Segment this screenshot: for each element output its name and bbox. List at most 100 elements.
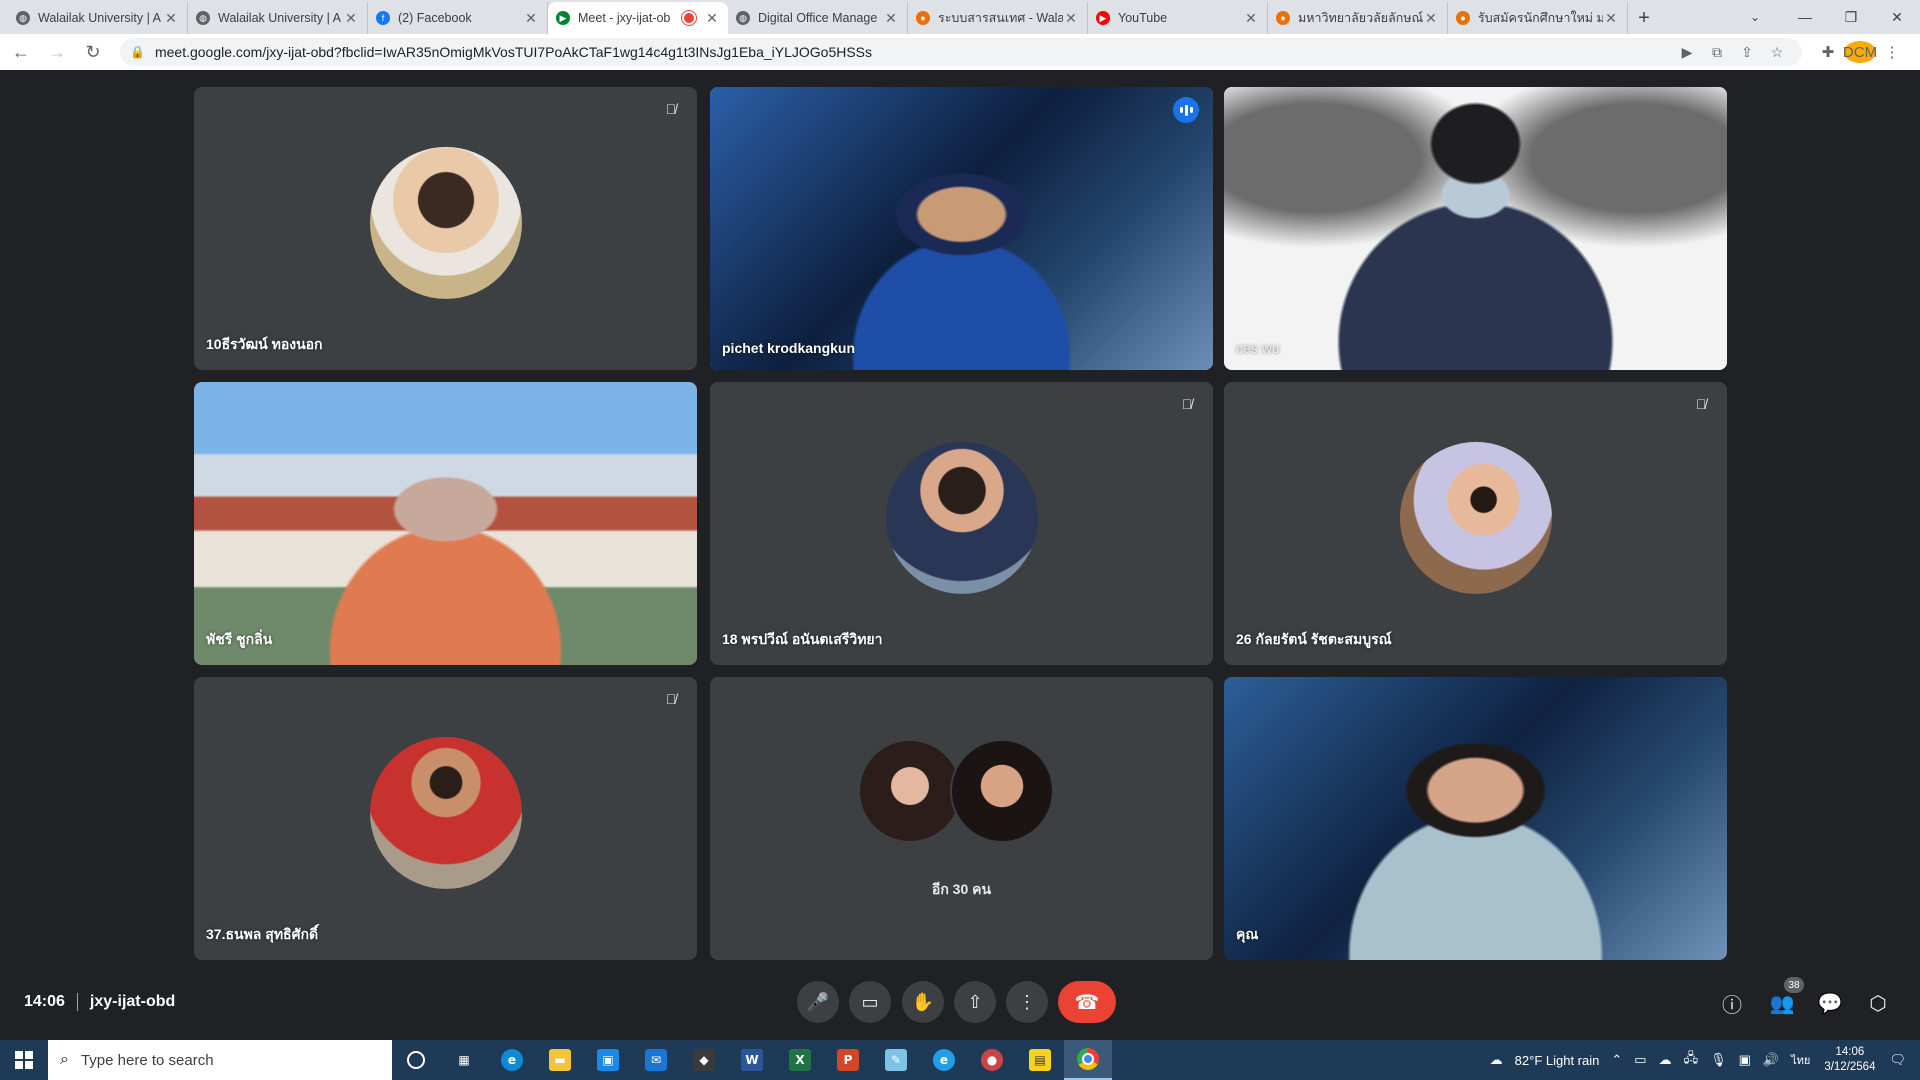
back-button[interactable]: ← (6, 37, 36, 67)
close-tab-icon[interactable]: ✕ (1423, 10, 1439, 27)
participant-tile[interactable]: 🎙̸ 18 พรปวีณ์ อนันตเสรีวิทยา (710, 382, 1213, 665)
close-tab-icon[interactable]: ✕ (883, 10, 899, 27)
avatar (1399, 441, 1552, 594)
game-icon[interactable]: ◆ (680, 1040, 728, 1080)
close-tab-icon[interactable]: ✕ (704, 10, 720, 27)
close-tab-icon[interactable]: ✕ (523, 10, 539, 27)
browser-tab[interactable]: ● มหาวิทยาลัยวลัยลักษณ์ ✕ (1268, 2, 1448, 34)
more-options-button[interactable]: ⋮ (1006, 981, 1048, 1023)
onedrive-icon[interactable]: ☁ (1659, 1052, 1672, 1068)
participant-tile-speaking[interactable]: pichet krodkangkun (710, 87, 1213, 370)
meet-control-bar: 14:06 jxy-ijat-obd 🎤 ▭ ✋ ⇧ ⋮ ☎ ⓘ 👥 38 💬 … (0, 970, 1920, 1040)
meeting-info-button[interactable]: ⓘ (1712, 983, 1752, 1023)
profile-avatar[interactable]: DCM (1843, 41, 1877, 63)
browser-tab[interactable]: f (2) Facebook ✕ (368, 2, 548, 34)
excel-icon[interactable]: X (776, 1040, 824, 1080)
store-icon[interactable]: ▣ (584, 1040, 632, 1080)
participant-name: 10ธีรวัฒน์ ทองนอก (206, 336, 323, 352)
people-button[interactable]: 👥 38 (1762, 977, 1804, 1023)
translate-icon[interactable]: ⧉ (1702, 44, 1732, 61)
chat-button[interactable]: 💬 (1810, 983, 1850, 1023)
participant-name: 18 พรปวีณ์ อนันตเสรีวิทยา (722, 631, 883, 647)
task-view-icon[interactable]: ▦ (440, 1040, 488, 1080)
notes-icon[interactable]: ✎ (872, 1040, 920, 1080)
share-icon[interactable]: ⇪ (1732, 44, 1762, 61)
start-button[interactable] (0, 1040, 48, 1080)
browser-tab[interactable]: ◍ Walailak University | A ✕ (8, 2, 188, 34)
volume-icon[interactable]: 🔊 (1763, 1052, 1779, 1068)
reload-button[interactable]: ↻ (78, 37, 108, 67)
mic-tray-icon[interactable]: 🎙 (1710, 1052, 1727, 1068)
clock[interactable]: 14:06 3/12/2564 (1824, 1045, 1875, 1075)
close-tab-icon[interactable]: ✕ (1243, 10, 1259, 27)
mail-icon[interactable]: ✉ (632, 1040, 680, 1080)
close-window-button[interactable]: ✕ (1874, 0, 1920, 34)
forward-button[interactable]: → (42, 37, 72, 67)
present-screen-button[interactable]: ⇧ (954, 981, 996, 1023)
more-vert-icon: ⋮ (1018, 991, 1036, 1012)
activities-icon: ⬡ (1869, 992, 1887, 1015)
recording-icon (682, 11, 696, 25)
raise-hand-button[interactable]: ✋ (902, 981, 944, 1023)
word-icon[interactable]: W (728, 1040, 776, 1080)
network-icon[interactable]: 🖧 (1684, 1049, 1699, 1071)
powerpoint-icon[interactable]: P (824, 1040, 872, 1080)
tray-chevron-icon[interactable]: ⌃ (1611, 1052, 1622, 1068)
browser-tab[interactable]: ◍ Digital Office Manage ✕ (728, 2, 908, 34)
browser-tab[interactable]: ▶ YouTube ✕ (1088, 2, 1268, 34)
file-explorer-icon[interactable]: ▬ (536, 1040, 584, 1080)
meeting-details: 14:06 jxy-ijat-obd (24, 993, 175, 1011)
extensions-puzzle-icon[interactable]: ✚ (1812, 43, 1844, 61)
meet-tray-icon[interactable]: ▭ (1634, 1052, 1646, 1068)
participant-tile[interactable]: 🎙̸ 26 กัลยรัตน์ รัชตะสมบูรณ์ (1224, 382, 1727, 665)
flame-icon: ● (916, 11, 930, 25)
participant-tile[interactable]: 🎙̸ 10ธีรวัฒน์ ทองนอก (194, 87, 697, 370)
more-participants-tile[interactable]: อีก 30 คน (710, 677, 1213, 960)
participant-video (194, 382, 697, 665)
weather-text[interactable]: 82°F Light rain (1515, 1053, 1600, 1068)
browser-tab[interactable]: ● ระบบสารสนเทศ - Walail ✕ (908, 2, 1088, 34)
participant-tile[interactable]: 🎙̸ 37.ธนพล สุทธิศักดิ์ (194, 677, 697, 960)
url-text[interactable]: meet.google.com/jxy-ijat-obd?fbclid=IwAR… (155, 44, 1672, 60)
close-tab-icon[interactable]: ✕ (1063, 10, 1079, 27)
sticky-notes-icon[interactable]: ▤ (1016, 1040, 1064, 1080)
chrome-icon[interactable] (1064, 1040, 1112, 1080)
close-tab-icon[interactable]: ✕ (343, 10, 359, 27)
weather-icon[interactable]: ☁ (1490, 1052, 1503, 1068)
minimize-button[interactable]: — (1782, 0, 1828, 34)
participant-tile[interactable]: ces wu (1224, 87, 1727, 370)
browser-tab[interactable]: ▶ Meet - jxy-ijat-ob ✕ (548, 2, 728, 34)
tab-title: มหาวิทยาลัยวลัยลักษณ์ (1298, 11, 1423, 25)
participant-name: คุณ (1236, 926, 1259, 942)
activities-button[interactable]: ⬡ (1858, 983, 1898, 1023)
bookmark-star-icon[interactable]: ☆ (1762, 44, 1792, 61)
microphone-button[interactable]: 🎤 (797, 981, 839, 1023)
youtube-icon: ▶ (1096, 11, 1110, 25)
browser-menu-icon[interactable]: ⋮ (1876, 43, 1908, 61)
internet-explorer-icon[interactable]: e (920, 1040, 968, 1080)
close-tab-icon[interactable]: ✕ (163, 10, 179, 27)
camera-button[interactable]: ▭ (849, 981, 891, 1023)
browser-tab[interactable]: ● รับสมัครนักศึกษาใหม่ มห ✕ (1448, 2, 1628, 34)
participant-count-badge: 38 (1784, 977, 1804, 993)
new-tab-button[interactable]: + (1628, 2, 1660, 34)
taskbar-search[interactable]: ⌕ Type here to search (48, 1040, 392, 1080)
cortana-icon[interactable] (392, 1040, 440, 1080)
leave-call-button[interactable]: ☎ (1058, 981, 1116, 1023)
clock-date: 3/12/2564 (1824, 1061, 1876, 1073)
mic-off-icon: 🎙̸ (665, 101, 677, 117)
video-camera-icon: ▭ (861, 991, 879, 1012)
browser-tab[interactable]: ◍ Walailak University | A ✕ (188, 2, 368, 34)
language-indicator[interactable]: ไทย (1791, 1051, 1810, 1069)
omnibox[interactable]: 🔒 meet.google.com/jxy-ijat-obd?fbclid=Iw… (120, 38, 1802, 66)
restore-button[interactable]: ❐ (1828, 0, 1874, 34)
close-tab-icon[interactable]: ✕ (1603, 10, 1619, 27)
participant-tile[interactable]: พัชรี ชูกลิ่น (194, 382, 697, 665)
display-icon[interactable]: ▣ (1739, 1052, 1751, 1068)
app-icon[interactable]: ● (968, 1040, 1016, 1080)
camera-icon[interactable]: ▶ (1672, 44, 1702, 61)
tab-search-icon[interactable]: ⌄ (1740, 0, 1770, 34)
edge-icon[interactable]: e (488, 1040, 536, 1080)
notifications-icon[interactable]: 🗨 (1889, 1052, 1906, 1068)
self-view-tile[interactable]: คุณ (1224, 677, 1727, 960)
